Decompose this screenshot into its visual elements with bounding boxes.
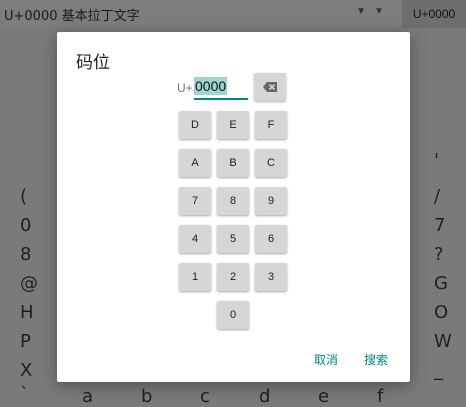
backspace-icon bbox=[263, 82, 277, 92]
grid-char[interactable]: ` bbox=[20, 384, 29, 405]
key-8[interactable]: 8 bbox=[217, 187, 249, 215]
code-point-input[interactable]: 0000 bbox=[194, 77, 248, 100]
block-title[interactable]: U+0000 基本拉丁文字 bbox=[4, 5, 140, 24]
cancel-button[interactable]: 取消 bbox=[314, 351, 338, 368]
key-b[interactable]: B bbox=[217, 149, 249, 177]
key-c[interactable]: C bbox=[255, 149, 287, 177]
grid-char[interactable]: P bbox=[20, 331, 31, 352]
key-6[interactable]: 6 bbox=[255, 225, 287, 253]
key-9[interactable]: 9 bbox=[255, 187, 287, 215]
code-point-button[interactable]: U+0000 bbox=[402, 0, 466, 28]
grid-char[interactable]: 8 bbox=[20, 244, 31, 265]
grid-char[interactable]: O bbox=[434, 302, 448, 323]
key-f[interactable]: F bbox=[255, 111, 287, 139]
key-a[interactable]: A bbox=[179, 149, 211, 177]
search-button[interactable]: 搜索 bbox=[364, 351, 388, 368]
app-toolbar: U+0000 基本拉丁文字 ▼ ▼ U+0000 bbox=[0, 0, 466, 28]
code-prefix-label: U+ bbox=[177, 81, 193, 95]
grid-char[interactable]: ( bbox=[20, 186, 27, 207]
grid-char[interactable]: X bbox=[20, 360, 32, 381]
grid-char[interactable]: @ bbox=[20, 273, 38, 294]
dropdown-arrow-icon-2[interactable]: ▼ bbox=[374, 6, 384, 17]
key-3[interactable]: 3 bbox=[255, 263, 287, 291]
grid-char[interactable]: G bbox=[434, 273, 448, 294]
grid-char[interactable]: ' bbox=[434, 150, 439, 171]
key-5[interactable]: 5 bbox=[217, 225, 249, 253]
key-1[interactable]: 1 bbox=[179, 263, 211, 291]
grid-char[interactable]: / bbox=[434, 186, 440, 207]
key-d[interactable]: D bbox=[179, 111, 211, 139]
grid-char[interactable]: W bbox=[434, 331, 452, 352]
grid-char[interactable]: 7 bbox=[434, 215, 445, 236]
dialog-title: 码位 bbox=[76, 53, 110, 73]
code-point-value[interactable]: 0000 bbox=[194, 77, 228, 95]
grid-char[interactable]: H bbox=[20, 302, 34, 323]
key-7[interactable]: 7 bbox=[179, 187, 211, 215]
key-4[interactable]: 4 bbox=[179, 225, 211, 253]
key-e[interactable]: E bbox=[217, 111, 249, 139]
grid-char[interactable]: ? bbox=[434, 244, 444, 265]
grid-char[interactable]: 0 bbox=[20, 215, 31, 236]
dropdown-arrow-icon[interactable]: ▼ bbox=[356, 6, 366, 17]
grid-char[interactable]: _ bbox=[434, 360, 443, 381]
backspace-button[interactable] bbox=[254, 73, 286, 101]
code-point-dialog: 码位 U+ 0000 D E F A B C 7 8 9 4 5 6 1 2 3… bbox=[57, 32, 410, 382]
key-2[interactable]: 2 bbox=[217, 263, 249, 291]
key-0[interactable]: 0 bbox=[217, 301, 249, 329]
